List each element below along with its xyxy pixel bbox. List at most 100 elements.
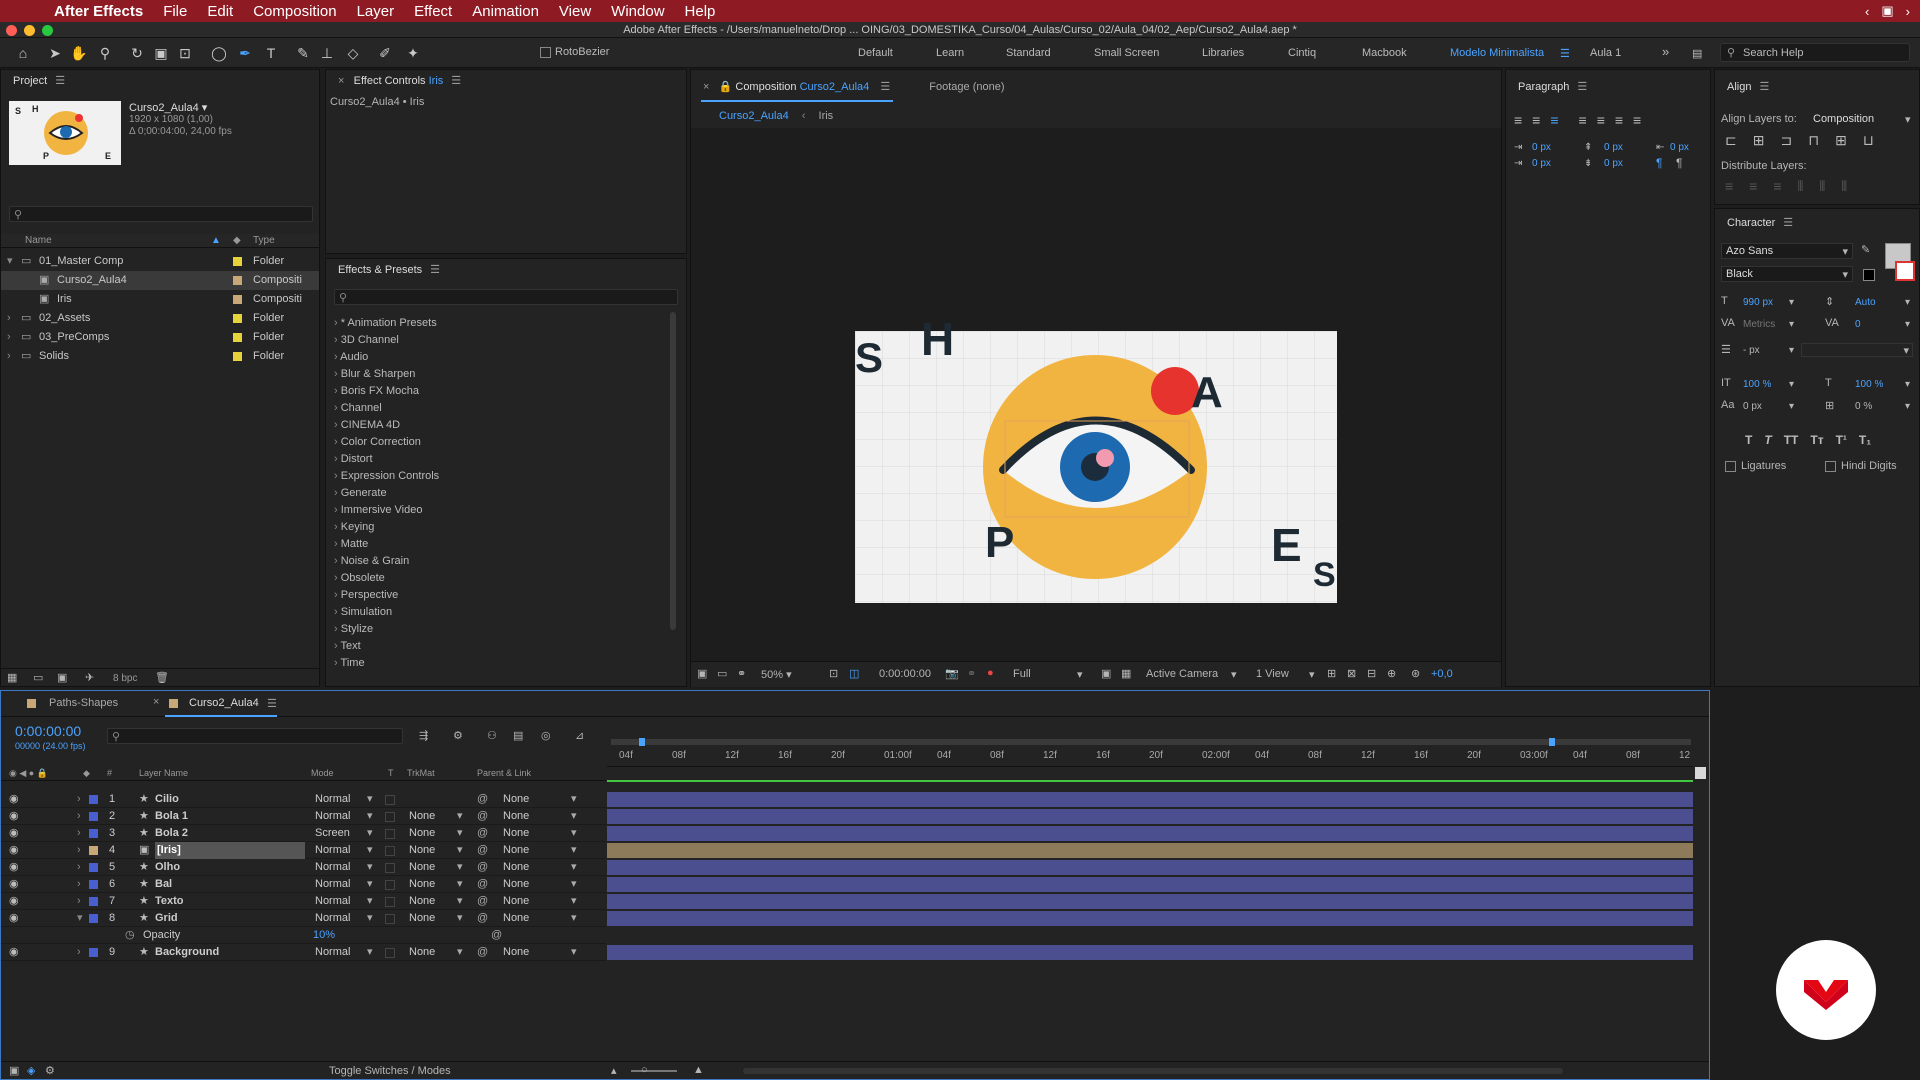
toggle-pixel-icon[interactable]: ⊞	[1327, 667, 1336, 680]
distribute-vcenter-icon[interactable]: ≡	[1749, 178, 1757, 195]
layer-row[interactable]: ◉ › 9 ★ Background Normal ▾ None ▾ @ None ▾	[1, 944, 606, 961]
effect-category[interactable]: › Stylize	[334, 621, 373, 638]
effect-category[interactable]: › * Animation Presets	[334, 315, 437, 332]
panel-menu-icon[interactable]: ☰	[451, 75, 461, 87]
app-menu[interactable]: After Effects	[54, 3, 143, 20]
trkmat-chevron-icon[interactable]: ▾	[457, 893, 463, 910]
work-area-bar[interactable]	[611, 739, 1691, 745]
blend-mode-dropdown[interactable]: Screen	[315, 825, 350, 842]
project-item[interactable]: ▣ Iris Compositi	[1, 290, 319, 309]
toggle-switches-modes[interactable]: Toggle Switches / Modes	[329, 1065, 451, 1077]
zoom-in-icon[interactable]: ▲	[693, 1064, 704, 1076]
pickwhip-icon[interactable]: @	[477, 876, 488, 893]
distribute-top-icon[interactable]: ≡	[1725, 178, 1733, 195]
hindi-digits-checkbox[interactable]	[1825, 461, 1836, 472]
project-item[interactable]: ▾ ▭ 01_Master Comp Folder	[1, 252, 319, 271]
black-swatch[interactable]	[1863, 269, 1875, 281]
layer-name[interactable]: Bola 1	[155, 808, 305, 825]
work-area-end-handle[interactable]	[1549, 738, 1555, 746]
panel-toggle-icon[interactable]: ▤	[1692, 47, 1702, 60]
zoom-tool-icon[interactable]: ⚲	[96, 44, 114, 62]
justify-all-icon[interactable]: ≡	[1633, 112, 1641, 128]
parent-dropdown[interactable]: None	[503, 893, 529, 910]
views-dropdown[interactable]: 1 View	[1256, 668, 1289, 680]
distribute-hcenter-icon[interactable]: ⫴	[1819, 178, 1825, 195]
space-after-value[interactable]: 0 px	[1604, 158, 1623, 169]
baseline-shift-chevron-icon[interactable]: ▾	[1789, 401, 1794, 412]
sort-asc-icon[interactable]: ▲	[211, 235, 221, 246]
preserve-transparency-checkbox[interactable]	[385, 812, 395, 822]
justify-left-icon[interactable]: ≡	[1579, 112, 1587, 128]
trkmat-dropdown[interactable]: None	[409, 825, 435, 842]
layer-row[interactable]: ◉ ▾ 8 ★ Grid Normal ▾ None ▾ @ None ▾	[1, 910, 606, 927]
preserve-transparency-checkbox[interactable]	[385, 795, 395, 805]
layer-name[interactable]: Grid	[155, 910, 305, 927]
layer-label-swatch[interactable]	[89, 948, 98, 957]
ellipse-tool-icon[interactable]: ◯	[210, 44, 228, 62]
layer-row[interactable]: ◉ › 5 ★ Olho Normal ▾ None ▾ @ None ▾	[1, 859, 606, 876]
layer-label-swatch[interactable]	[89, 812, 98, 821]
col-type[interactable]: Type	[253, 235, 275, 246]
viewer-time[interactable]: 0:00:00:00	[879, 668, 931, 680]
align-right-icon[interactable]: ≡	[1550, 112, 1558, 128]
trkmat-chevron-icon[interactable]: ▾	[457, 842, 463, 859]
pickwhip-icon[interactable]: @	[477, 808, 488, 825]
blend-mode-dropdown[interactable]: Normal	[315, 944, 350, 961]
eye-icon[interactable]: ◉	[9, 808, 19, 825]
col-layer-name[interactable]: Layer Name	[139, 768, 188, 778]
layer-name[interactable]: Texto	[155, 893, 305, 910]
faux-bold-icon[interactable]: T	[1745, 433, 1752, 447]
vertical-scale-value[interactable]: 100 %	[1743, 379, 1771, 390]
eye-icon[interactable]: ◉	[9, 825, 19, 842]
fit-icon[interactable]: ⊡	[829, 667, 838, 680]
disclosure-triangle-icon[interactable]: ›	[77, 876, 81, 893]
preserve-transparency-checkbox[interactable]	[385, 897, 395, 907]
mode-chevron-icon[interactable]: ▾	[367, 825, 373, 842]
interpret-footage-icon[interactable]: ▦	[7, 671, 17, 684]
eraser-tool-icon[interactable]: ◇	[344, 44, 362, 62]
more-workspaces-icon[interactable]: »	[1662, 44, 1669, 59]
rotobezier-checkbox[interactable]	[540, 47, 551, 58]
eye-icon[interactable]: ◉	[9, 842, 19, 859]
channel-icon[interactable]: ●	[987, 667, 994, 679]
panel-menu-icon[interactable]: ☰	[1759, 81, 1769, 93]
viewer-area[interactable]: S H A P E S	[691, 128, 1501, 661]
forward-icon[interactable]: ›	[1906, 4, 1910, 19]
parent-dropdown[interactable]: None	[503, 791, 529, 808]
resolution-dropdown[interactable]: Full	[1013, 668, 1031, 680]
menu-effect[interactable]: Effect	[414, 3, 452, 20]
roi-icon[interactable]: ▣	[1101, 667, 1111, 680]
frame-blending-icon[interactable]: ▤	[513, 729, 523, 742]
parent-dropdown[interactable]: None	[503, 876, 529, 893]
menu-layer[interactable]: Layer	[357, 3, 395, 20]
workspace-cintiq[interactable]: Cintiq	[1288, 47, 1316, 59]
trkmat-chevron-icon[interactable]: ▾	[457, 944, 463, 961]
zoom-slider[interactable]	[631, 1070, 677, 1072]
type-tool-icon[interactable]: T	[262, 44, 280, 62]
transparency-grid-icon[interactable]: ▦	[1121, 667, 1131, 680]
effect-category[interactable]: › Matte	[334, 536, 368, 553]
camera-chevron-icon[interactable]: ▾	[1231, 668, 1237, 681]
grid-icon[interactable]: ◫	[849, 667, 859, 680]
effect-category[interactable]: › Channel	[334, 400, 382, 417]
eye-icon[interactable]: ◉	[9, 944, 19, 961]
stopwatch-icon[interactable]: ◷	[125, 927, 135, 944]
resolution-chevron-icon[interactable]: ▾	[1077, 668, 1083, 681]
view-options-icon[interactable]: ⚭	[737, 667, 746, 680]
workspace-macbook[interactable]: Macbook	[1362, 47, 1407, 59]
col-parent[interactable]: Parent & Link	[477, 768, 531, 778]
pickwhip-icon[interactable]: @	[491, 927, 502, 944]
work-area-start-handle[interactable]	[639, 738, 645, 746]
eyedropper-icon[interactable]: ✎	[1861, 243, 1870, 256]
align-bottom-edge-icon[interactable]: ⊔	[1863, 132, 1874, 149]
pickwhip-icon[interactable]: @	[477, 910, 488, 927]
label-icon[interactable]: ◆	[83, 768, 90, 779]
flowchart-icon[interactable]: ⊕	[1387, 667, 1396, 680]
preserve-transparency-checkbox[interactable]	[385, 948, 395, 958]
workspace-aula-1[interactable]: Aula 1	[1590, 47, 1621, 59]
effect-category[interactable]: › Time	[334, 655, 365, 672]
breadcrumb-comp[interactable]: Curso2_Aula4	[719, 110, 789, 122]
preserve-transparency-checkbox[interactable]	[385, 863, 395, 873]
exposure-value[interactable]: +0,0	[1431, 668, 1453, 680]
blend-mode-dropdown[interactable]: Normal	[315, 808, 350, 825]
